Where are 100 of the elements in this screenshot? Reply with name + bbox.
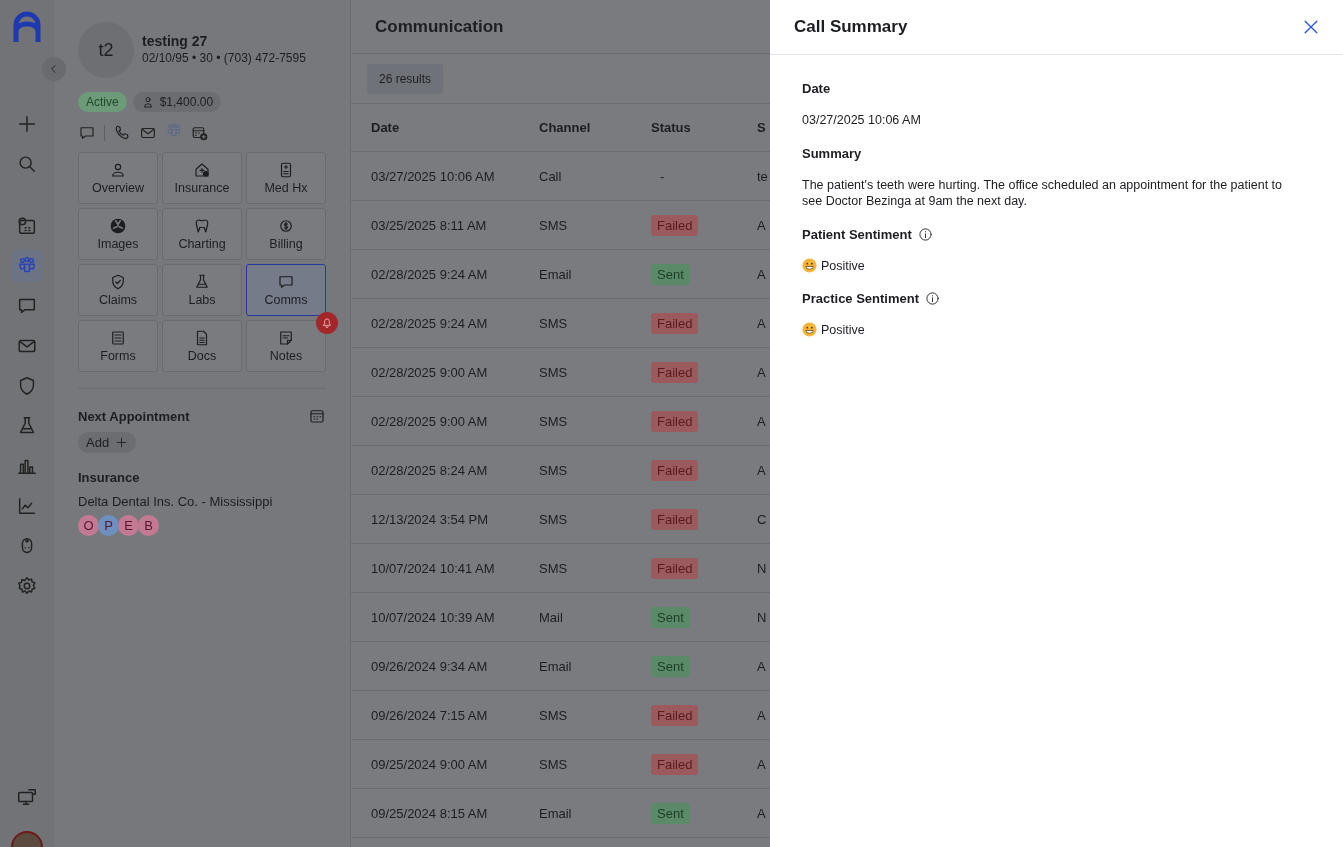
table-cell-text: - <box>659 167 666 186</box>
radiation-icon <box>109 217 127 235</box>
settings-icon <box>16 575 38 597</box>
table-cell-text: 09/26/2024 9:34 AM <box>371 658 489 674</box>
table-cell-text: SMS <box>539 511 569 527</box>
field-label: Patient Sentiment <box>802 227 912 242</box>
table-cell-text: A <box>757 266 767 282</box>
status-badge: Sent <box>651 802 690 824</box>
tab[interactable]: Docs <box>162 320 242 372</box>
shield-check-icon <box>109 273 127 291</box>
field-label: Practice Sentiment <box>802 291 920 306</box>
table-cell-text: 02/28/2025 9:24 AM <box>371 315 489 331</box>
patient-details: 02/10/95 • 30 • (703) 472-7595 <box>142 51 306 65</box>
tab[interactable]: Forms <box>78 320 158 372</box>
tab[interactable]: Comms <box>246 264 326 316</box>
table-cell-text: 09/26/2024 7:15 AM <box>371 707 489 723</box>
tab[interactable]: Med Hx <box>246 152 326 204</box>
add-button[interactable]: Add <box>78 432 137 453</box>
column-header: Date <box>371 120 401 135</box>
calendar-icon <box>308 407 326 425</box>
grinning-face-icon <box>802 258 817 273</box>
coverage-badge: E <box>118 515 139 536</box>
insurance-carrier: Delta Dental Ins. Co. - Mississippi <box>78 494 274 509</box>
table-cell-text: 02/28/2025 8:24 AM <box>371 462 489 478</box>
column-header: Channel <box>539 120 592 135</box>
table-cell-text: C <box>757 511 768 527</box>
table-cell-text: 02/28/2025 9:00 AM <box>371 364 489 380</box>
table-cell-text: SMS <box>539 560 569 576</box>
table-cell-text: A <box>757 805 767 821</box>
status-badge: Sent <box>651 655 690 677</box>
status-badge: Failed <box>651 753 699 775</box>
table-cell-text: SMS <box>539 364 569 380</box>
tab[interactable]: Charting <box>162 208 242 260</box>
coverage-badge: B <box>138 515 159 536</box>
status-badge: Failed <box>651 557 699 579</box>
table-cell-text: 02/28/2025 9:00 AM <box>371 413 489 429</box>
plus-icon <box>16 113 38 135</box>
table-cell-text: 10/07/2024 10:41 AM <box>371 560 496 576</box>
form-icon <box>109 329 127 347</box>
tab[interactable]: Insurance <box>162 152 242 204</box>
field-label: Summary <box>802 146 862 161</box>
tooth-icon <box>193 217 211 235</box>
table-cell-text: Email <box>539 805 573 821</box>
line-chart-icon <box>16 495 38 517</box>
status-badge: Failed <box>651 361 699 383</box>
table-cell-text: Call <box>539 168 563 184</box>
table-cell-text: Mail <box>539 609 564 625</box>
flask-icon <box>193 273 211 291</box>
balance-amount: $1,400.00 <box>159 95 214 109</box>
table-cell-text: 03/27/2025 10:06 AM <box>371 168 496 184</box>
house-icon <box>193 161 211 179</box>
table-cell-text: 09/25/2024 8:15 AM <box>371 805 489 821</box>
status-badge: Failed <box>651 410 699 432</box>
tab[interactable]: Images <box>78 208 158 260</box>
section-title: Insurance <box>78 470 141 485</box>
table-cell-text: 09/25/2024 9:00 AM <box>371 756 489 772</box>
logo-icon[interactable] <box>12 10 42 42</box>
section-title: Next Appointment <box>78 408 190 424</box>
phone-icon <box>113 123 131 142</box>
column-header: S <box>757 120 767 135</box>
tab[interactable]: Billing <box>246 208 326 260</box>
results-count: 26 results <box>367 63 444 94</box>
sentiment-value: Positive <box>821 258 865 273</box>
table-cell-text: 12/13/2024 3:54 PM <box>371 511 490 527</box>
status-badge: Sent <box>651 606 690 628</box>
table-cell-text: SMS <box>539 413 569 429</box>
grinning-face-icon <box>802 322 817 337</box>
table-cell-text: N <box>757 609 768 625</box>
status-badge: Failed <box>651 459 699 481</box>
field-label: Date <box>802 81 831 96</box>
table-cell-text: A <box>757 462 767 478</box>
table-cell-text: Email <box>539 658 573 674</box>
field-value: The patient's teeth were hurting. The office scheduled an appointment for the patient to see Doctor Bezinga at 9am the next day. <box>802 177 1284 209</box>
search-icon <box>16 153 38 175</box>
table-cell-text: A <box>757 658 767 674</box>
table-cell-text: 03/25/2025 8:11 AM <box>371 217 488 233</box>
person-icon <box>109 161 127 179</box>
column-header: Status <box>651 120 692 135</box>
tab[interactable]: Labs <box>162 264 242 316</box>
table-cell-text: SMS <box>539 462 569 478</box>
table-cell-text: SMS <box>539 756 569 772</box>
table-cell-text: te <box>757 168 769 184</box>
coverage-badge: P <box>98 515 119 536</box>
status-badge: Sent <box>651 263 690 285</box>
table-cell-text: A <box>757 707 767 723</box>
tab[interactable]: Overview <box>78 152 158 204</box>
dollar-cycle-icon <box>277 217 295 235</box>
tab[interactable]: Notes <box>246 320 326 372</box>
patient-avatar: t2 <box>78 22 134 78</box>
table-cell-text: N <box>757 560 768 576</box>
tab[interactable]: Claims <box>78 264 158 316</box>
field-value: 03/27/2025 10:06 AM <box>802 112 922 128</box>
table-cell-text: SMS <box>539 315 569 331</box>
table-cell-text: A <box>757 315 767 331</box>
table-cell-text: 02/28/2025 9:24 AM <box>371 266 489 282</box>
table-cell-text: Email <box>539 266 573 282</box>
status-badge: Failed <box>651 214 699 236</box>
note-icon <box>277 329 295 347</box>
coverage-badge: O <box>78 515 99 536</box>
table-cell-text: SMS <box>539 217 569 233</box>
